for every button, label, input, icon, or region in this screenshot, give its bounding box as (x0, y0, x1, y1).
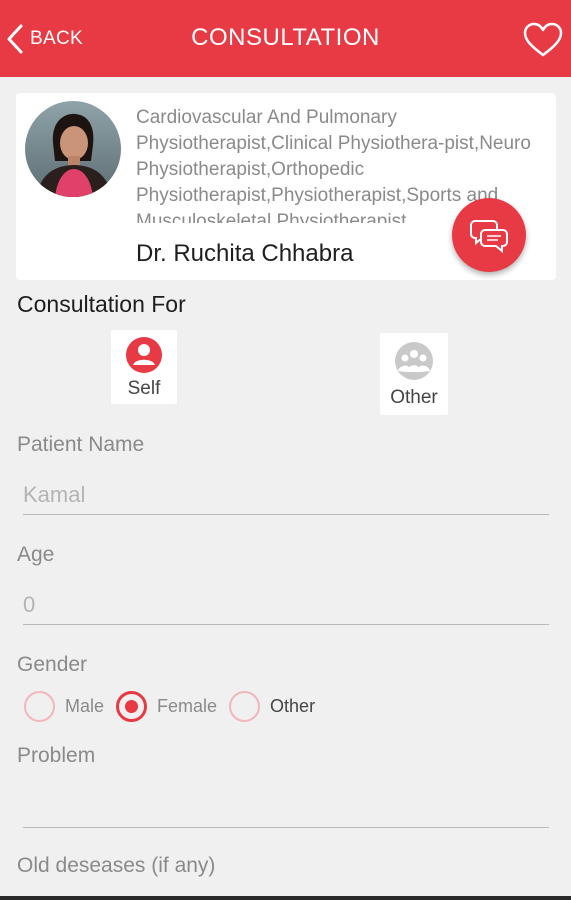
gender-male-radio[interactable]: Male (24, 690, 105, 722)
app-bar: BACK CONSULTATION (0, 0, 571, 77)
chat-button[interactable] (452, 198, 526, 272)
option-other-label: Other (390, 387, 438, 408)
page-title: CONSULTATION (191, 24, 380, 51)
person-icon (126, 337, 162, 373)
gender-label: Gender (17, 653, 88, 676)
option-self-label: Self (127, 378, 161, 399)
group-icon (395, 342, 433, 380)
heart-outline-icon[interactable] (523, 22, 563, 58)
patient-name-input[interactable] (23, 482, 549, 515)
gender-other-label: Other (270, 695, 316, 716)
age-input[interactable] (23, 592, 549, 625)
radio-circle (229, 690, 261, 722)
gender-female-radio[interactable]: Female (116, 690, 218, 722)
old-diseases-label: Old deseases (if any) (17, 854, 216, 877)
option-other[interactable]: Other (380, 333, 448, 415)
gender-radio-group: Male Female Other (24, 688, 327, 724)
bottom-divider (0, 896, 571, 900)
radio-circle (24, 690, 55, 722)
consultation-for-label: Consultation For (17, 291, 186, 317)
radio-circle-checked (116, 690, 148, 722)
patient-name-label: Patient Name (17, 433, 145, 456)
chat-bubbles-icon (470, 220, 508, 253)
option-self[interactable]: Self (111, 330, 177, 404)
problem-label: Problem (17, 744, 96, 767)
doctor-avatar (25, 101, 121, 197)
gender-other-radio[interactable]: Other (229, 690, 316, 722)
age-label: Age (17, 543, 55, 566)
problem-input[interactable] (23, 792, 549, 828)
gender-male-label: Male (65, 695, 105, 716)
gender-female-label: Female (157, 695, 218, 716)
doctor-name: Dr. Ruchita Chhabra (136, 240, 354, 267)
